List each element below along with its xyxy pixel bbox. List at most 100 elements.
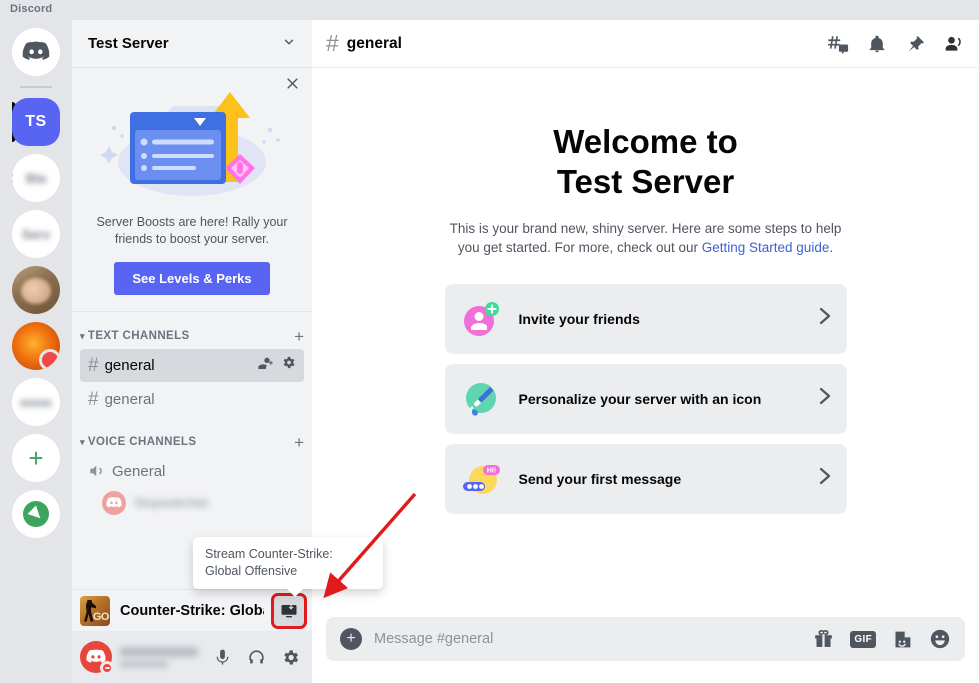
message-box[interactable]: + Message #general GIF	[326, 617, 965, 661]
stream-screen-button[interactable]	[270, 592, 308, 629]
getting-started-guide-link[interactable]: Getting Started guide	[702, 240, 830, 255]
server-icon-5[interactable]	[12, 322, 60, 370]
user-settings-gear-icon[interactable]	[276, 643, 304, 671]
welcome-title-line2: Test Server	[556, 163, 735, 201]
page-title: general	[346, 34, 402, 52]
welcome-screen: Welcome to Test Server This is your bran…	[312, 68, 979, 617]
boost-description: Server Boosts are here! Rally your frien…	[96, 215, 288, 246]
category-collapse-icon: ▾	[80, 436, 85, 447]
server-boost-promo: Server Boosts are here! Rally your frien…	[72, 68, 312, 312]
create-invite-icon[interactable]	[257, 355, 273, 376]
card-label: Send your first message	[518, 470, 682, 487]
add-attachment-icon[interactable]: +	[340, 628, 362, 650]
create-text-channel-button[interactable]: +	[294, 328, 304, 345]
voice-member-name: Stopwatchier	[134, 495, 210, 511]
gif-button[interactable]: GIF	[850, 630, 876, 648]
channel-item-general-2[interactable]: # general	[80, 383, 304, 416]
chat-bubble-icon: HI!	[461, 459, 501, 499]
welcome-title: Welcome to Test Server	[553, 122, 738, 203]
invite-friends-icon	[461, 299, 501, 339]
pinned-messages-icon[interactable]	[905, 34, 925, 54]
user-identity[interactable]	[120, 646, 198, 668]
boost-art-svg	[100, 92, 280, 196]
chevron-right-icon	[819, 307, 831, 330]
voice-channel-member[interactable]: Stopwatchier	[72, 489, 312, 517]
plus-icon: +	[28, 443, 44, 473]
member-list-icon[interactable]	[943, 34, 965, 54]
chevron-right-icon	[819, 387, 831, 410]
stream-tooltip: Stream Counter-Strike: Global Offensive	[193, 537, 383, 597]
category-label: VOICE CHANNELS	[87, 436, 197, 449]
edit-channel-icon[interactable]	[281, 355, 296, 375]
title-bar: Discord	[0, 0, 979, 20]
add-server-button[interactable]: +	[12, 434, 60, 482]
server-icon-discord-home[interactable]	[12, 28, 60, 76]
server-icon-6[interactable]: nnnn	[12, 378, 60, 426]
discord-window: Discord TS Bla Serv nnnn + Test Server S…	[0, 0, 979, 683]
chevron-right-icon	[819, 467, 831, 490]
user-panel	[72, 631, 312, 683]
microphone-icon[interactable]	[208, 643, 236, 671]
card-send-first-message[interactable]: HI! Send your first message	[444, 443, 847, 514]
main-content: # general Welcome to Test Server This is…	[312, 20, 979, 683]
channel-item-voice-general[interactable]: General	[80, 455, 304, 488]
compass-icon	[23, 501, 49, 527]
avatar	[102, 490, 126, 515]
discord-logo-icon	[22, 41, 50, 60]
create-voice-channel-button[interactable]: +	[294, 434, 304, 451]
welcome-subtitle-period: .	[829, 240, 834, 256]
channel-item-general-active[interactable]: # general	[80, 348, 304, 382]
avatar[interactable]	[80, 641, 114, 675]
message-input-area: + Message #general GIF	[312, 617, 979, 683]
category-label: TEXT CHANNELS	[87, 330, 190, 343]
server-icon-label: TS	[25, 113, 47, 130]
see-levels-perks-button[interactable]: See Levels & Perks	[114, 261, 270, 295]
chevron-down-icon	[282, 35, 296, 52]
stream-screen-icon	[281, 604, 297, 617]
explore-servers-button[interactable]	[12, 490, 60, 538]
app-title: Discord	[10, 3, 53, 15]
tooltip-text: Stream Counter-Strike: Global Offensive	[205, 547, 333, 578]
threads-icon[interactable]	[827, 33, 849, 55]
channel-name: general	[104, 356, 155, 374]
onboarding-cards: Invite your friends Personalize your ser…	[444, 283, 847, 514]
emoji-icon[interactable]	[929, 628, 951, 650]
category-text-channels[interactable]: ▾ TEXT CHANNELS +	[72, 326, 312, 347]
server-icon-test-server[interactable]: TS	[12, 98, 60, 146]
server-rail: TS Bla Serv nnnn +	[0, 20, 72, 683]
hash-icon: #	[88, 388, 99, 410]
now-playing-bar: GO Counter-Strike: Global ...	[72, 589, 312, 631]
server-icon-4[interactable]	[12, 266, 60, 314]
status-badge-dnd	[100, 661, 114, 675]
notifications-bell-icon[interactable]	[867, 34, 887, 54]
card-label: Personalize your server with an icon	[518, 390, 762, 407]
user-tag	[120, 659, 168, 668]
channel-name: general	[104, 390, 155, 408]
card-personalize-server-icon[interactable]: Personalize your server with an icon	[444, 363, 847, 434]
hash-icon: #	[88, 354, 99, 376]
game-name: Counter-Strike: Global ...	[120, 602, 264, 619]
rail-divider	[20, 86, 52, 88]
server-name: Test Server	[88, 35, 169, 52]
username	[120, 646, 198, 657]
server-icon-2[interactable]: Bla	[12, 154, 60, 202]
svg-text:HI!: HI!	[486, 467, 495, 474]
server-header-dropdown[interactable]: Test Server	[72, 20, 312, 68]
welcome-subtitle: This is your brand new, shiny server. He…	[446, 219, 846, 258]
speaker-icon	[88, 462, 106, 480]
paintbrush-icon	[461, 379, 501, 419]
category-collapse-icon: ▾	[80, 330, 85, 341]
gift-icon[interactable]	[813, 629, 834, 650]
card-invite-your-friends[interactable]: Invite your friends	[444, 283, 847, 354]
channel-header: # general	[312, 20, 979, 68]
csgo-icon: GO	[80, 595, 110, 626]
card-label: Invite your friends	[518, 310, 640, 327]
server-icon-3[interactable]: Serv	[12, 210, 60, 258]
channel-name: General	[112, 462, 166, 480]
sticker-icon[interactable]	[892, 629, 913, 650]
server-slot-2: Bla	[12, 154, 60, 202]
headphones-icon[interactable]	[242, 643, 270, 671]
boost-illustration	[84, 84, 300, 204]
message-input-placeholder[interactable]: Message #general	[374, 631, 801, 647]
category-voice-channels[interactable]: ▾ VOICE CHANNELS +	[72, 432, 312, 453]
